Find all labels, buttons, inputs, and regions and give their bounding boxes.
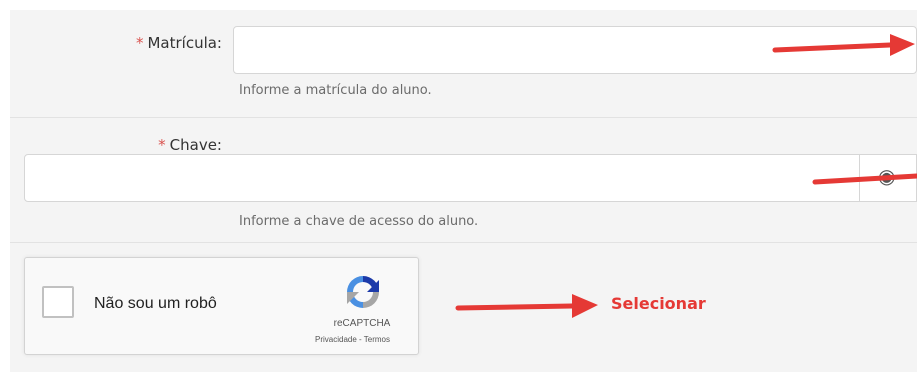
annotation-arrow-chave [812,173,917,185]
annotation-arrow-matricula [772,34,915,56]
annotation-arrow-recaptcha [455,294,598,318]
